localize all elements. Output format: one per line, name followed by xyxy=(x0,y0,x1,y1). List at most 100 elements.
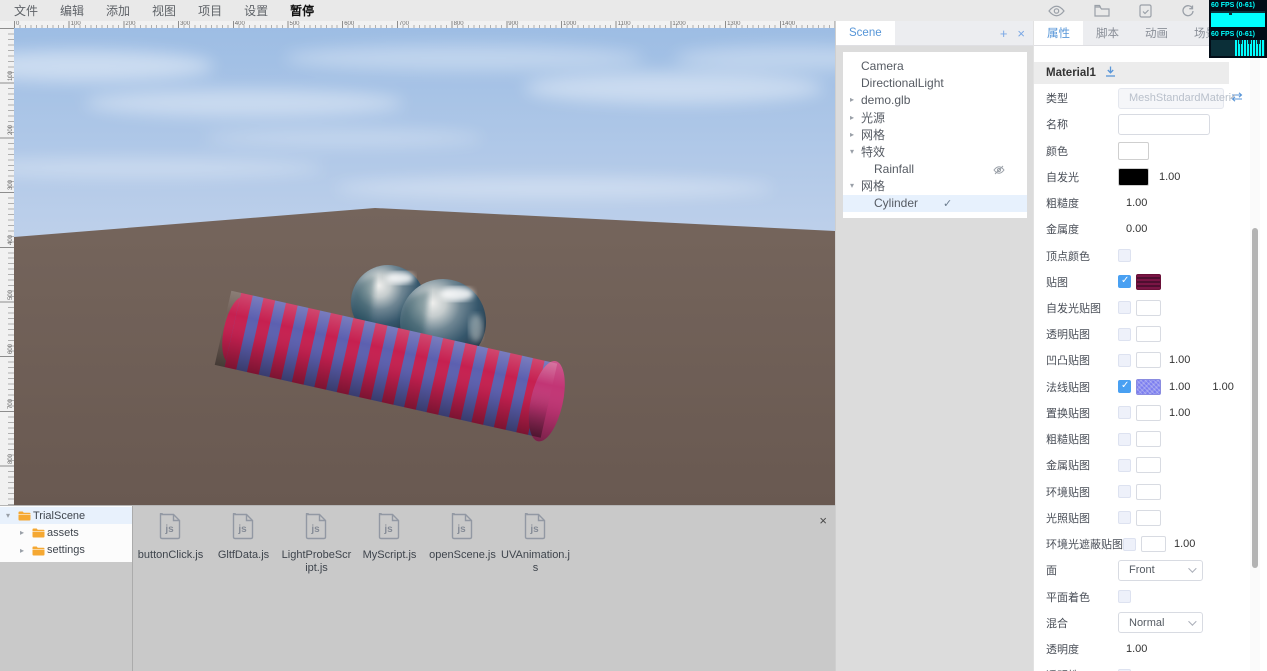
tab-properties[interactable]: 属性 xyxy=(1034,20,1083,45)
scene-tree-item-cylinder[interactable]: Cylinder✓ xyxy=(843,195,1027,212)
checkbox-置换贴图[interactable] xyxy=(1118,406,1131,419)
checkbox-光照贴图[interactable] xyxy=(1118,511,1131,524)
fps-stats-widget[interactable]: 60 FPS (0-61) 60 FPS (0-61) xyxy=(1209,0,1267,58)
chevron-right-icon[interactable]: ▸ xyxy=(850,95,854,104)
explorer-item-settings[interactable]: ▸settings xyxy=(0,542,132,559)
prop-row-贴图: 贴图 xyxy=(1034,269,1254,295)
texture-slot-贴图[interactable] xyxy=(1136,274,1161,290)
checkbox-粗糙贴图[interactable] xyxy=(1118,433,1131,446)
file-GltfData.js[interactable]: jsGltfData.js xyxy=(207,510,280,574)
scene-tree-item-网格[interactable]: ▸网格 xyxy=(843,126,1027,143)
folder-icon xyxy=(18,511,31,524)
tab-animation[interactable]: 动画 xyxy=(1132,20,1181,45)
chevron-right-icon[interactable]: ▸ xyxy=(20,546,24,555)
menu-item-5[interactable]: 设置 xyxy=(244,2,268,19)
checkbox-顶点颜色[interactable] xyxy=(1118,249,1131,262)
file-UVAnimation.js[interactable]: jsUVAnimation.js xyxy=(499,510,572,574)
open-folder-icon[interactable] xyxy=(1094,4,1110,17)
checkbox-金属贴图[interactable] xyxy=(1118,459,1131,472)
texture-slot-环境贴图[interactable] xyxy=(1136,484,1161,500)
checkbox-凹凸贴图[interactable] xyxy=(1118,354,1131,367)
menu-item-2[interactable]: 添加 xyxy=(106,2,130,19)
select-value: Front xyxy=(1129,564,1155,576)
file-LightProbeScript.js[interactable]: jsLightProbeScript.js xyxy=(280,510,353,574)
scene-tree-item-directionallight[interactable]: DirectionalLight xyxy=(843,74,1027,91)
checkbox-自发光贴图[interactable] xyxy=(1118,301,1131,314)
scene-tree-item-camera[interactable]: Camera xyxy=(843,57,1027,74)
scene-tree-item-rainfall[interactable]: Rainfall xyxy=(843,160,1027,177)
name-field[interactable] xyxy=(1118,114,1210,135)
checkbox-环境贴图[interactable] xyxy=(1118,485,1131,498)
explorer-item-trialscene[interactable]: ▾TrialScene xyxy=(0,507,132,524)
select-类型[interactable]: MeshStandardMateri xyxy=(1118,88,1224,109)
texture-slot-自发光贴图[interactable] xyxy=(1136,300,1161,316)
texture-slot-粗糙贴图[interactable] xyxy=(1136,431,1161,447)
texture-slot-光照贴图[interactable] xyxy=(1136,510,1161,526)
explorer-item-assets[interactable]: ▸assets xyxy=(0,524,132,541)
number-field[interactable]: 1.00 xyxy=(1126,197,1147,209)
prop-row-粗糙度: 粗糙度1.00 xyxy=(1034,190,1254,216)
chevron-right-icon[interactable]: ▸ xyxy=(850,130,854,139)
swap-icon[interactable] xyxy=(1231,89,1243,107)
number-field[interactable]: 1.00 xyxy=(1174,538,1195,550)
eye-off-icon[interactable] xyxy=(993,164,1005,178)
texture-slot-环境光遮蔽贴图[interactable] xyxy=(1141,536,1166,552)
menu-item-0[interactable]: 文件 xyxy=(14,2,38,19)
save-document-icon[interactable] xyxy=(1139,4,1152,18)
chevron-down-icon[interactable]: ▾ xyxy=(850,147,854,156)
close-scene-button[interactable]: × xyxy=(1017,27,1025,40)
file-buttonClick.js[interactable]: jsbuttonClick.js xyxy=(134,510,207,574)
download-material-icon[interactable] xyxy=(1105,64,1116,82)
menu-item-1[interactable]: 编辑 xyxy=(60,2,84,19)
prop-row-透明度: 透明度1.00 xyxy=(1034,636,1254,662)
texture-slot-置换贴图[interactable] xyxy=(1136,405,1161,421)
prop-row-凹凸贴图: 凹凸贴图1.00 xyxy=(1034,347,1254,373)
number-field[interactable]: 1.00 xyxy=(1169,354,1190,366)
checkbox-环境光遮蔽贴图[interactable] xyxy=(1123,538,1136,551)
chevron-right-icon[interactable]: ▸ xyxy=(850,113,854,122)
color-swatch-颜色[interactable] xyxy=(1118,142,1149,160)
texture-slot-透明贴图[interactable] xyxy=(1136,326,1161,342)
color-swatch-自发光[interactable] xyxy=(1118,168,1149,186)
checkbox-贴图[interactable] xyxy=(1118,275,1131,288)
tab-scene[interactable]: Scene xyxy=(836,20,895,45)
number-field[interactable]: 1.00 xyxy=(1159,171,1180,183)
menu-item-3[interactable]: 视图 xyxy=(152,2,176,19)
tree-item-label: 网格 xyxy=(861,177,885,194)
preview-eye-icon[interactable] xyxy=(1048,5,1065,17)
number-field[interactable]: 1.00 xyxy=(1169,407,1190,419)
add-scene-button[interactable]: + xyxy=(1000,27,1008,40)
file-openScene.js[interactable]: jsopenScene.js xyxy=(426,510,499,574)
texture-slot-法线贴图[interactable] xyxy=(1136,379,1161,395)
select-面[interactable]: Front xyxy=(1118,560,1203,581)
viewport-canvas[interactable] xyxy=(14,28,835,505)
number-field[interactable]: 1.00 xyxy=(1126,643,1147,655)
tab-script[interactable]: 脚本 xyxy=(1083,20,1132,45)
pause-toggle[interactable]: 暂停 xyxy=(290,2,314,19)
scene-tree-item-光源[interactable]: ▸光源 xyxy=(843,109,1027,126)
scene-tree-item-网格[interactable]: ▾ 网格 xyxy=(843,177,1027,194)
tree-item-label: Cylinder xyxy=(874,196,918,210)
number-field[interactable]: 1.00 xyxy=(1169,381,1190,393)
refresh-icon[interactable] xyxy=(1181,4,1195,18)
file-MyScript.js[interactable]: jsMyScript.js xyxy=(353,510,426,574)
scene-tree-item-特效[interactable]: ▾特效 xyxy=(843,143,1027,160)
folder-icon xyxy=(32,528,45,541)
number-field[interactable]: 1.00 xyxy=(1212,381,1233,393)
chevron-right-icon[interactable]: ▸ xyxy=(20,528,24,537)
file-name: GltfData.js xyxy=(209,549,279,562)
checkbox-透明贴图[interactable] xyxy=(1118,328,1131,341)
close-assets-panel-button[interactable]: × xyxy=(819,514,827,527)
scene-tree-item-demo.glb[interactable]: ▸demo.glb xyxy=(843,91,1027,108)
select-混合[interactable]: Normal xyxy=(1118,612,1203,633)
scrollbar-thumb[interactable] xyxy=(1252,228,1258,568)
number-field[interactable]: 0.00 xyxy=(1126,223,1147,235)
texture-slot-凹凸贴图[interactable] xyxy=(1136,352,1161,368)
checkbox-平面着色[interactable] xyxy=(1118,590,1131,603)
menu-item-4[interactable]: 项目 xyxy=(198,2,222,19)
texture-slot-金属贴图[interactable] xyxy=(1136,457,1161,473)
checkbox-法线贴图[interactable] xyxy=(1118,380,1131,393)
properties-scrollbar[interactable]: ▼ xyxy=(1250,46,1260,671)
chevron-down-icon[interactable]: ▾ xyxy=(850,181,854,190)
chevron-down-icon[interactable]: ▾ xyxy=(6,511,10,520)
